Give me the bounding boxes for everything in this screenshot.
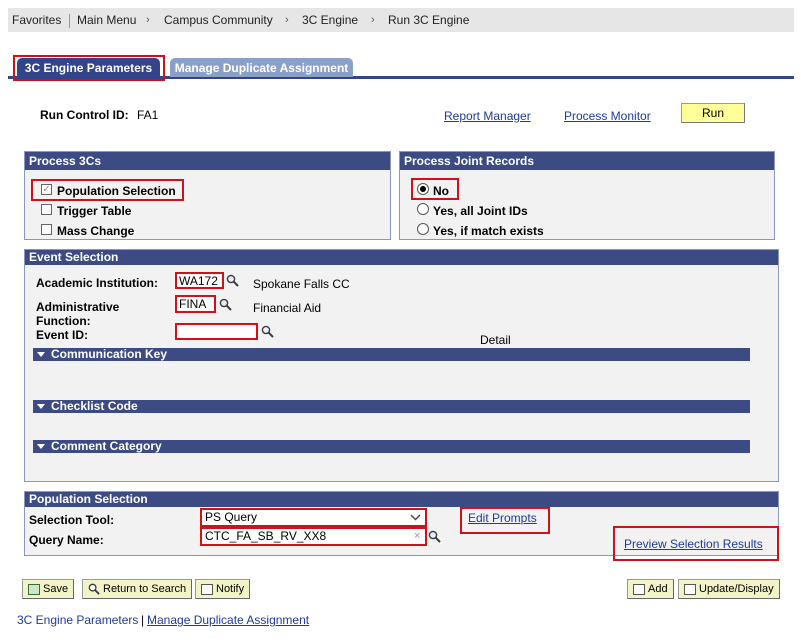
lookup-icon[interactable] xyxy=(219,298,232,311)
admin-function-label-line1: Administrative xyxy=(36,300,120,314)
mass-change-label: Mass Change xyxy=(57,224,135,238)
update-display-icon xyxy=(684,583,696,595)
communication-key-label: Communication Key xyxy=(51,347,168,361)
chevron-down-icon[interactable] xyxy=(410,514,421,521)
selection-tool-select[interactable]: PS Query xyxy=(200,508,427,527)
trigger-table-label: Trigger Table xyxy=(57,204,132,218)
selection-tool-value: PS Query xyxy=(205,510,258,524)
detail-label: Detail xyxy=(480,333,511,347)
breadcrumb-favorites[interactable]: Favorites xyxy=(12,13,61,27)
query-name-input[interactable]: CTC_FA_SB_RV_XX8 xyxy=(200,527,427,546)
breadcrumb-run-3c-engine[interactable]: Run 3C Engine xyxy=(388,13,469,27)
tab-manage-duplicate-assignment[interactable]: Manage Duplicate Assignment xyxy=(170,58,353,77)
admin-function-input[interactable]: FINA xyxy=(175,295,216,313)
highlight-frame xyxy=(13,55,165,81)
event-selection-header: Event Selection xyxy=(25,250,778,265)
joint-no-label: No xyxy=(433,184,449,198)
clear-icon[interactable]: × xyxy=(414,530,420,542)
event-id-input[interactable] xyxy=(175,323,258,340)
footer-link-manage-duplicate-assignment[interactable]: Manage Duplicate Assignment xyxy=(147,613,309,627)
process-monitor-link[interactable]: Process Monitor xyxy=(564,109,651,123)
collapse-triangle-icon xyxy=(37,403,45,409)
add-icon xyxy=(633,583,645,595)
query-name-label: Query Name: xyxy=(29,533,104,547)
checklist-code-label: Checklist Code xyxy=(51,399,138,413)
joint-all-label: Yes, all Joint IDs xyxy=(433,204,528,218)
save-button[interactable]: Save xyxy=(22,579,75,599)
institution-label: Academic Institution: xyxy=(36,276,159,290)
comment-category-section[interactable]: Comment Category xyxy=(33,440,750,453)
preview-selection-results-link[interactable]: Preview Selection Results xyxy=(624,537,763,551)
breadcrumb-divider xyxy=(69,14,70,28)
run-button[interactable]: Run xyxy=(681,103,745,123)
run-control-label: Run Control ID: xyxy=(40,108,129,122)
trigger-table-checkbox[interactable] xyxy=(41,204,52,215)
admin-function-label-line2: Function: xyxy=(36,314,91,328)
query-name-value: CTC_FA_SB_RV_XX8 xyxy=(205,529,327,543)
chevron-right-icon: › xyxy=(285,14,289,26)
institution-input[interactable]: WA172 xyxy=(175,272,224,289)
search-icon xyxy=(88,583,100,595)
joint-records-header: Process Joint Records xyxy=(400,152,774,170)
event-id-label: Event ID: xyxy=(36,328,89,342)
report-manager-link[interactable]: Report Manager xyxy=(444,109,531,123)
save-icon xyxy=(28,583,40,595)
footer-link-separator: | xyxy=(141,613,145,627)
joint-all-radio[interactable] xyxy=(417,203,429,215)
population-selection-checkbox[interactable]: ✓ xyxy=(41,184,52,195)
checklist-code-section[interactable]: Checklist Code xyxy=(33,400,750,413)
population-selection-label: Population Selection xyxy=(57,184,176,198)
add-button[interactable]: Add xyxy=(627,579,674,599)
update-display-button[interactable]: Update/Display xyxy=(678,579,780,599)
notify-icon xyxy=(201,583,213,595)
collapse-triangle-icon xyxy=(37,443,45,449)
joint-no-radio[interactable] xyxy=(417,183,429,195)
mass-change-checkbox[interactable] xyxy=(41,224,52,235)
notify-button[interactable]: Notify xyxy=(195,579,251,599)
edit-prompts-link[interactable]: Edit Prompts xyxy=(468,511,537,525)
joint-match-radio[interactable] xyxy=(417,223,429,235)
footer-link-3c-engine-parameters[interactable]: 3C Engine Parameters xyxy=(17,613,138,627)
breadcrumb-3c-engine[interactable]: 3C Engine xyxy=(302,13,358,27)
institution-description: Spokane Falls CC xyxy=(253,277,350,291)
selection-tool-label: Selection Tool: xyxy=(29,513,115,527)
return-to-search-button[interactable]: Return to Search xyxy=(82,579,193,599)
lookup-icon[interactable] xyxy=(261,325,274,338)
comment-category-label: Comment Category xyxy=(51,439,162,453)
chevron-right-icon: › xyxy=(146,14,150,26)
admin-function-description: Financial Aid xyxy=(253,301,322,315)
collapse-triangle-icon xyxy=(37,351,45,357)
lookup-icon[interactable] xyxy=(428,530,441,543)
lookup-icon[interactable] xyxy=(226,274,239,287)
joint-match-label: Yes, if match exists xyxy=(433,224,544,238)
communication-key-section[interactable]: Communication Key xyxy=(33,348,750,361)
population-selection-header: Population Selection xyxy=(25,492,778,507)
run-control-value: FA1 xyxy=(137,108,159,122)
chevron-right-icon: › xyxy=(371,14,375,26)
breadcrumb-main-menu[interactable]: Main Menu xyxy=(77,13,136,27)
breadcrumb-campus-community[interactable]: Campus Community xyxy=(164,13,273,27)
process-3cs-header: Process 3Cs xyxy=(25,152,390,170)
